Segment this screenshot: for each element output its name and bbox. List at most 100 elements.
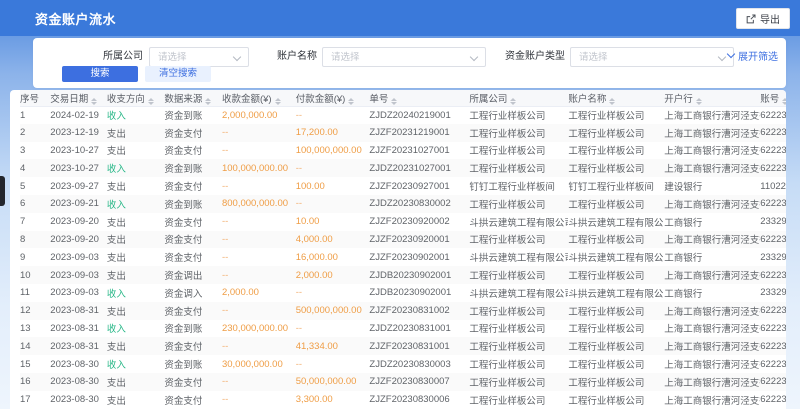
company-select[interactable] xyxy=(149,47,249,67)
cell-company: 工程行业样板公司 xyxy=(469,124,568,142)
cell-source: 资金调出 xyxy=(164,266,222,284)
cell-payment-amount: 100,000,000.00 xyxy=(296,142,370,160)
cell-payment-amount: 10.00 xyxy=(296,213,370,231)
cell-income-amount: -- xyxy=(222,337,296,355)
table-row[interactable]: 92023-09-03支出资金支付--16,000.00ZJZF20230902… xyxy=(20,248,786,266)
cell-income-amount: 230,000,000.00 xyxy=(222,320,296,338)
table-row[interactable]: 22023-12-19支出资金支付--17,200.00ZJZF20231219… xyxy=(20,124,786,142)
cell-date: 2023-09-20 xyxy=(50,213,107,231)
account-name-select[interactable] xyxy=(322,47,486,67)
sort-icon[interactable] xyxy=(275,98,281,105)
table-row[interactable]: 142023-08-31支出资金支付--41,334.00ZJZF2023083… xyxy=(20,337,786,355)
table-row[interactable]: 32023-10-27支出资金支付--100,000,000.00ZJZF202… xyxy=(20,142,786,160)
cell-income-amount: -- xyxy=(222,142,296,160)
cell-index: 5 xyxy=(20,177,50,195)
table-row[interactable]: 42023-10-27收入资金到账100,000,000.00--ZJDZ202… xyxy=(20,159,786,177)
cell-payment-amount: -- xyxy=(296,106,370,124)
sort-icon[interactable] xyxy=(609,98,615,105)
cell-company: 工程行业样板公司 xyxy=(469,355,568,373)
table-row[interactable]: 52023-09-27支出资金支付--100.00ZJZF20230927001… xyxy=(20,177,786,195)
column-label: 收款金额(¥) xyxy=(222,94,272,105)
filter-label-company: 所属公司 xyxy=(103,47,143,67)
cell-index: 11 xyxy=(20,284,50,302)
cell-bank: 工商银行 xyxy=(664,284,760,302)
account-type-input[interactable] xyxy=(571,48,733,66)
cell-account-no: 6222301118 xyxy=(760,124,786,142)
cell-income-amount: -- xyxy=(222,124,296,142)
cell-income-amount: 2,000.00 xyxy=(222,284,296,302)
sort-icon[interactable] xyxy=(391,98,397,105)
export-button-label: 导出 xyxy=(760,11,780,26)
cell-index: 13 xyxy=(20,320,50,338)
cell-account-no: 6222301118 xyxy=(760,106,786,124)
clear-search-button[interactable]: 清空搜索 xyxy=(145,66,211,82)
table-row[interactable]: 122023-08-31支出资金支付--500,000,000.00ZJZF20… xyxy=(20,302,786,320)
cell-company: 工程行业样板公司 xyxy=(469,320,568,338)
account-type-select[interactable] xyxy=(570,47,734,67)
column-header-3[interactable]: 数据来源 xyxy=(164,90,222,106)
cell-company: 工程行业样板公司 xyxy=(469,159,568,177)
cell-company: 工程行业样板公司 xyxy=(469,337,568,355)
sort-icon[interactable] xyxy=(205,98,211,105)
table-row[interactable]: 72023-09-20支出资金支付--10.00ZJZF20230920002斗… xyxy=(20,213,786,231)
column-header-8[interactable]: 账户名称 xyxy=(568,90,664,106)
cell-bank: 上海工商银行漕河泾支行 xyxy=(664,373,760,391)
column-header-1[interactable]: 交易日期 xyxy=(50,90,107,106)
cell-source: 资金支付 xyxy=(164,373,222,391)
sort-icon[interactable] xyxy=(782,98,786,105)
cell-payment-amount: 16,000.00 xyxy=(296,248,370,266)
table-row[interactable]: 132023-08-31收入资金到账230,000,000.00--ZJDZ20… xyxy=(20,320,786,338)
account-name-input[interactable] xyxy=(323,48,485,66)
sort-icon[interactable] xyxy=(91,98,97,105)
filter-panel: 所属公司 账户名称 资金账户类型 展开筛选 搜索 清空搜索 xyxy=(33,38,786,88)
cell-doc-no: ZJZF20230902001 xyxy=(369,248,469,266)
table-row[interactable]: 162023-08-30支出资金支付--50,000,000.00ZJZF202… xyxy=(20,373,786,391)
cell-bank: 上海工商银行漕河泾支行 xyxy=(664,391,760,409)
column-label: 付款金额(¥) xyxy=(296,94,346,105)
transactions-table-card: 序号交易日期收支方向数据来源收款金额(¥)付款金额(¥)单号所属公司账户名称开户… xyxy=(10,90,786,409)
cell-bank: 上海工商银行漕河泾支行 xyxy=(664,124,760,142)
table-row[interactable]: 172023-08-30支出资金支付--3,300.00ZJZF20230830… xyxy=(20,391,786,409)
column-header-5[interactable]: 付款金额(¥) xyxy=(296,90,370,106)
search-button[interactable]: 搜索 xyxy=(62,66,138,82)
sort-icon[interactable] xyxy=(510,98,516,105)
sort-icon[interactable] xyxy=(696,98,702,105)
cell-account-no: 6222301118 xyxy=(760,355,786,373)
cell-direction: 支出 xyxy=(107,266,165,284)
cell-income-amount: -- xyxy=(222,302,296,320)
side-drawer-handle[interactable] xyxy=(0,176,5,206)
column-header-4[interactable]: 收款金额(¥) xyxy=(222,90,296,106)
expand-filters-label: 展开筛选 xyxy=(738,48,778,63)
column-header-6[interactable]: 单号 xyxy=(369,90,469,106)
sort-icon[interactable] xyxy=(148,98,154,105)
table-row[interactable]: 152023-08-30收入资金到账30,000,000.00--ZJDZ202… xyxy=(20,355,786,373)
cell-index: 6 xyxy=(20,195,50,213)
cell-account-name: 钉钉工程行业样板间 xyxy=(568,177,664,195)
export-button[interactable]: 导出 xyxy=(736,8,790,29)
cell-date: 2023-09-03 xyxy=(50,284,107,302)
column-label: 账户名称 xyxy=(568,94,606,105)
sort-icon[interactable] xyxy=(348,98,354,105)
cell-payment-amount: -- xyxy=(296,284,370,302)
cell-company: 工程行业样板公司 xyxy=(469,231,568,249)
cell-doc-no: ZJDZ20240219001 xyxy=(369,106,469,124)
cell-doc-no: ZJDZ20231027001 xyxy=(369,159,469,177)
table-row[interactable]: 112023-09-03收入资金调入2,000.00--ZJDB20230902… xyxy=(20,284,786,302)
expand-filters-link[interactable]: 展开筛选 xyxy=(728,48,778,63)
column-header-9[interactable]: 开户行 xyxy=(664,90,760,106)
cell-doc-no: ZJDZ20230830003 xyxy=(369,355,469,373)
cell-doc-no: ZJZF20230830006 xyxy=(369,391,469,409)
cell-doc-no: ZJZF20231219001 xyxy=(369,124,469,142)
cell-income-amount: 2,000,000.00 xyxy=(222,106,296,124)
cell-account-name: 斗拱云建筑工程有限公司 xyxy=(568,284,664,302)
table-row[interactable]: 12024-02-19收入资金到账2,000,000.00--ZJDZ20240… xyxy=(20,106,786,124)
table-row[interactable]: 102023-09-03支出资金调出--2,000.00ZJDB20230902… xyxy=(20,266,786,284)
cell-doc-no: ZJDB20230902001 xyxy=(369,266,469,284)
column-header-10[interactable]: 账号 xyxy=(760,90,786,106)
table-row[interactable]: 82023-09-20支出资金支付--4,000.00ZJZF202309200… xyxy=(20,231,786,249)
column-header-7[interactable]: 所属公司 xyxy=(469,90,568,106)
cell-account-no: 6222301118 xyxy=(760,266,786,284)
cell-doc-no: ZJZF20231027001 xyxy=(369,142,469,160)
table-row[interactable]: 62023-09-21收入资金到账800,000,000.00--ZJDZ202… xyxy=(20,195,786,213)
column-header-2[interactable]: 收支方向 xyxy=(107,90,165,106)
